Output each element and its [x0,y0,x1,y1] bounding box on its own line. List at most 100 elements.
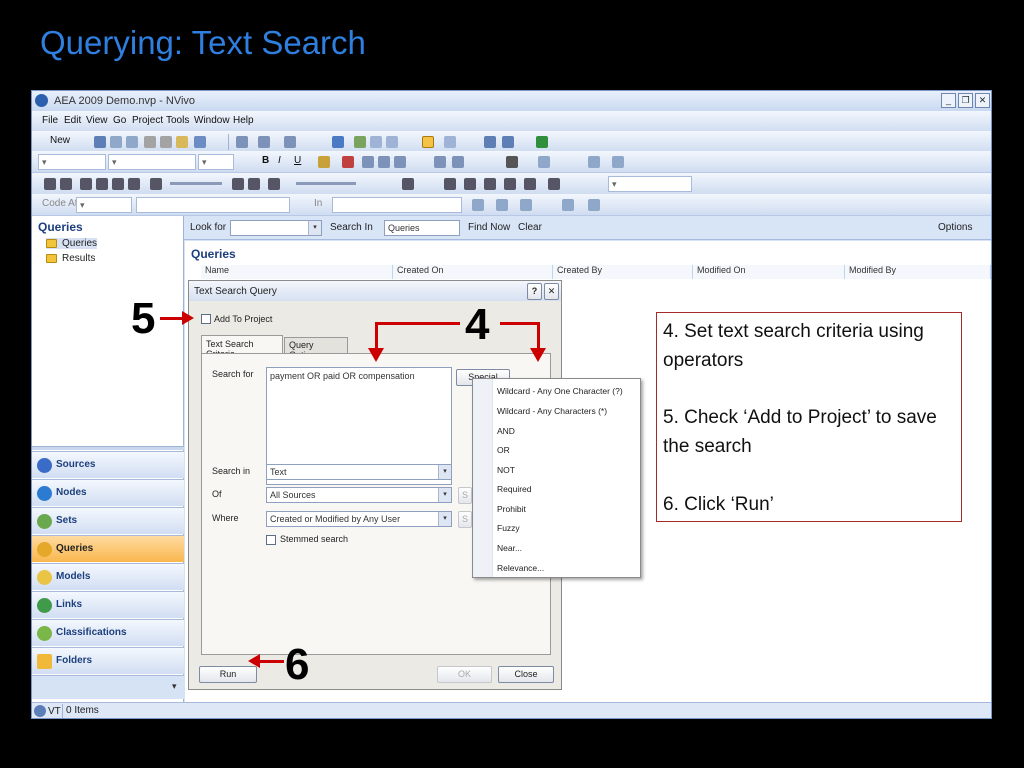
align-icon[interactable] [236,136,248,148]
code-selection-icon[interactable] [472,199,484,211]
stop-icon[interactable] [60,178,72,190]
menu-item-and[interactable]: AND [497,426,515,436]
select-start-icon[interactable] [232,178,244,190]
close-icon[interactable]: ✕ [544,283,559,300]
clear-button[interactable]: Clear [518,222,542,233]
tree-item-results[interactable]: Results [46,253,95,264]
nav-button-folders[interactable]: Folders [32,647,184,674]
pane-splitter[interactable] [32,446,184,450]
tab-text-search-criteria[interactable]: Text Search Criteria [201,335,283,359]
font-size-select[interactable]: ▾ [198,154,234,170]
zoom-icon[interactable] [444,136,456,148]
nav-button-links[interactable]: Links [32,591,184,618]
tree-item-queries[interactable]: Queries [46,238,98,249]
bar-chart-icon[interactable] [536,136,548,148]
menu-help[interactable]: Help [233,115,254,126]
options-button[interactable]: Options [938,222,972,233]
find-icon[interactable] [506,156,518,168]
nav-button-classifications[interactable]: Classifications [32,619,184,646]
chevron-down-icon[interactable]: ▾ [172,681,177,692]
pin-icon[interactable] [484,136,496,148]
menu-tools[interactable]: Tools [166,115,189,126]
outdent-icon[interactable] [434,156,446,168]
nav-button-sources[interactable]: Sources [32,451,184,478]
indent-more-icon[interactable] [452,156,464,168]
menu-go[interactable]: Go [113,115,126,126]
menu-file[interactable]: File [42,115,58,126]
menu-item-fuzzy[interactable]: Fuzzy [497,523,520,533]
tab-query-options[interactable]: Query Options [284,337,348,360]
back-icon[interactable] [96,178,108,190]
delete-column-icon[interactable] [524,178,536,190]
look-for-input[interactable]: ▾ [230,220,322,236]
insert-column-icon[interactable] [484,178,496,190]
cut-icon[interactable] [144,136,156,148]
transcript-play-icon[interactable] [402,178,414,190]
column-header-created-by[interactable]: Created By [553,265,693,279]
run-button[interactable]: Run [199,666,257,683]
annotate-icon[interactable] [562,199,574,211]
align-right-icon[interactable] [394,156,406,168]
menu-item-wildcard-one[interactable]: Wildcard - Any One Character (?) [497,386,623,396]
copy-icon[interactable] [160,136,172,148]
chart-icon[interactable] [332,136,344,148]
search-in-dropdown[interactable]: Search In [330,222,373,233]
play-icon[interactable] [44,178,56,190]
maximize-button[interactable]: ❐ [958,93,973,108]
code-at-node-select[interactable] [136,197,290,213]
list-icon[interactable] [258,136,270,148]
find-now-button[interactable]: Find Now [468,222,510,233]
add-to-project-checkbox[interactable] [201,314,211,324]
save-icon[interactable] [94,136,106,148]
rewind-icon[interactable] [80,178,92,190]
undo-icon[interactable] [194,136,206,148]
nav-button-queries[interactable]: Queries [32,535,184,562]
align-center-icon[interactable] [378,156,390,168]
where-select-button[interactable]: S [458,511,472,528]
in-vivo-icon[interactable] [520,199,532,211]
speed-icon[interactable] [268,178,280,190]
stemmed-search-checkbox[interactable] [266,535,276,545]
detail-view-icon[interactable] [422,136,434,148]
position-slider[interactable] [170,182,222,185]
code-icon[interactable] [538,156,550,168]
nav-button-nodes[interactable]: Nodes [32,479,184,506]
forward-icon[interactable] [112,178,124,190]
code-at-type-select[interactable]: ▾ [76,197,132,213]
menu-view[interactable]: View [86,115,108,126]
select-end-icon[interactable] [248,178,260,190]
memo-icon[interactable] [612,156,624,168]
highlight-icon[interactable] [318,156,330,168]
menu-item-prohibit[interactable]: Prohibit [497,504,526,514]
column-header-created-on[interactable]: Created On [393,265,553,279]
close-button[interactable]: Close [498,666,554,683]
uncode-icon[interactable] [588,156,600,168]
print-preview-icon[interactable] [126,136,138,148]
properties-icon[interactable] [386,136,398,148]
table-icon[interactable] [444,178,456,190]
font-color-icon[interactable] [342,156,354,168]
menu-item-wildcard-any[interactable]: Wildcard - Any Characters (*) [497,406,607,416]
search-in-field[interactable]: Queries [384,220,460,236]
uncode-selection-icon[interactable] [496,199,508,211]
column-header-name[interactable]: Name [201,265,393,279]
paste-icon[interactable] [176,136,188,148]
align-left-icon[interactable] [362,156,374,168]
minimize-button[interactable]: _ [941,93,956,108]
menu-item-required[interactable]: Required [497,484,532,494]
style-select[interactable]: ▾ [38,154,106,170]
chevron-down-icon[interactable]: ▾ [438,465,451,479]
close-window-button[interactable]: ✕ [975,93,990,108]
menu-project[interactable]: Project [132,115,163,126]
italic-button[interactable]: I [278,155,281,166]
help-icon[interactable]: ? [527,283,542,300]
of-select-button[interactable]: S [458,487,472,504]
search-in-select[interactable]: Text ▾ [266,464,452,480]
speed-slider[interactable] [296,182,356,185]
fast-forward-icon[interactable] [128,178,140,190]
zoom-select[interactable]: ▾ [608,176,692,192]
bold-button[interactable]: B [262,155,269,166]
of-select[interactable]: All Sources ▾ [266,487,452,503]
filter-icon[interactable] [502,136,514,148]
nav-button-models[interactable]: Models [32,563,184,590]
